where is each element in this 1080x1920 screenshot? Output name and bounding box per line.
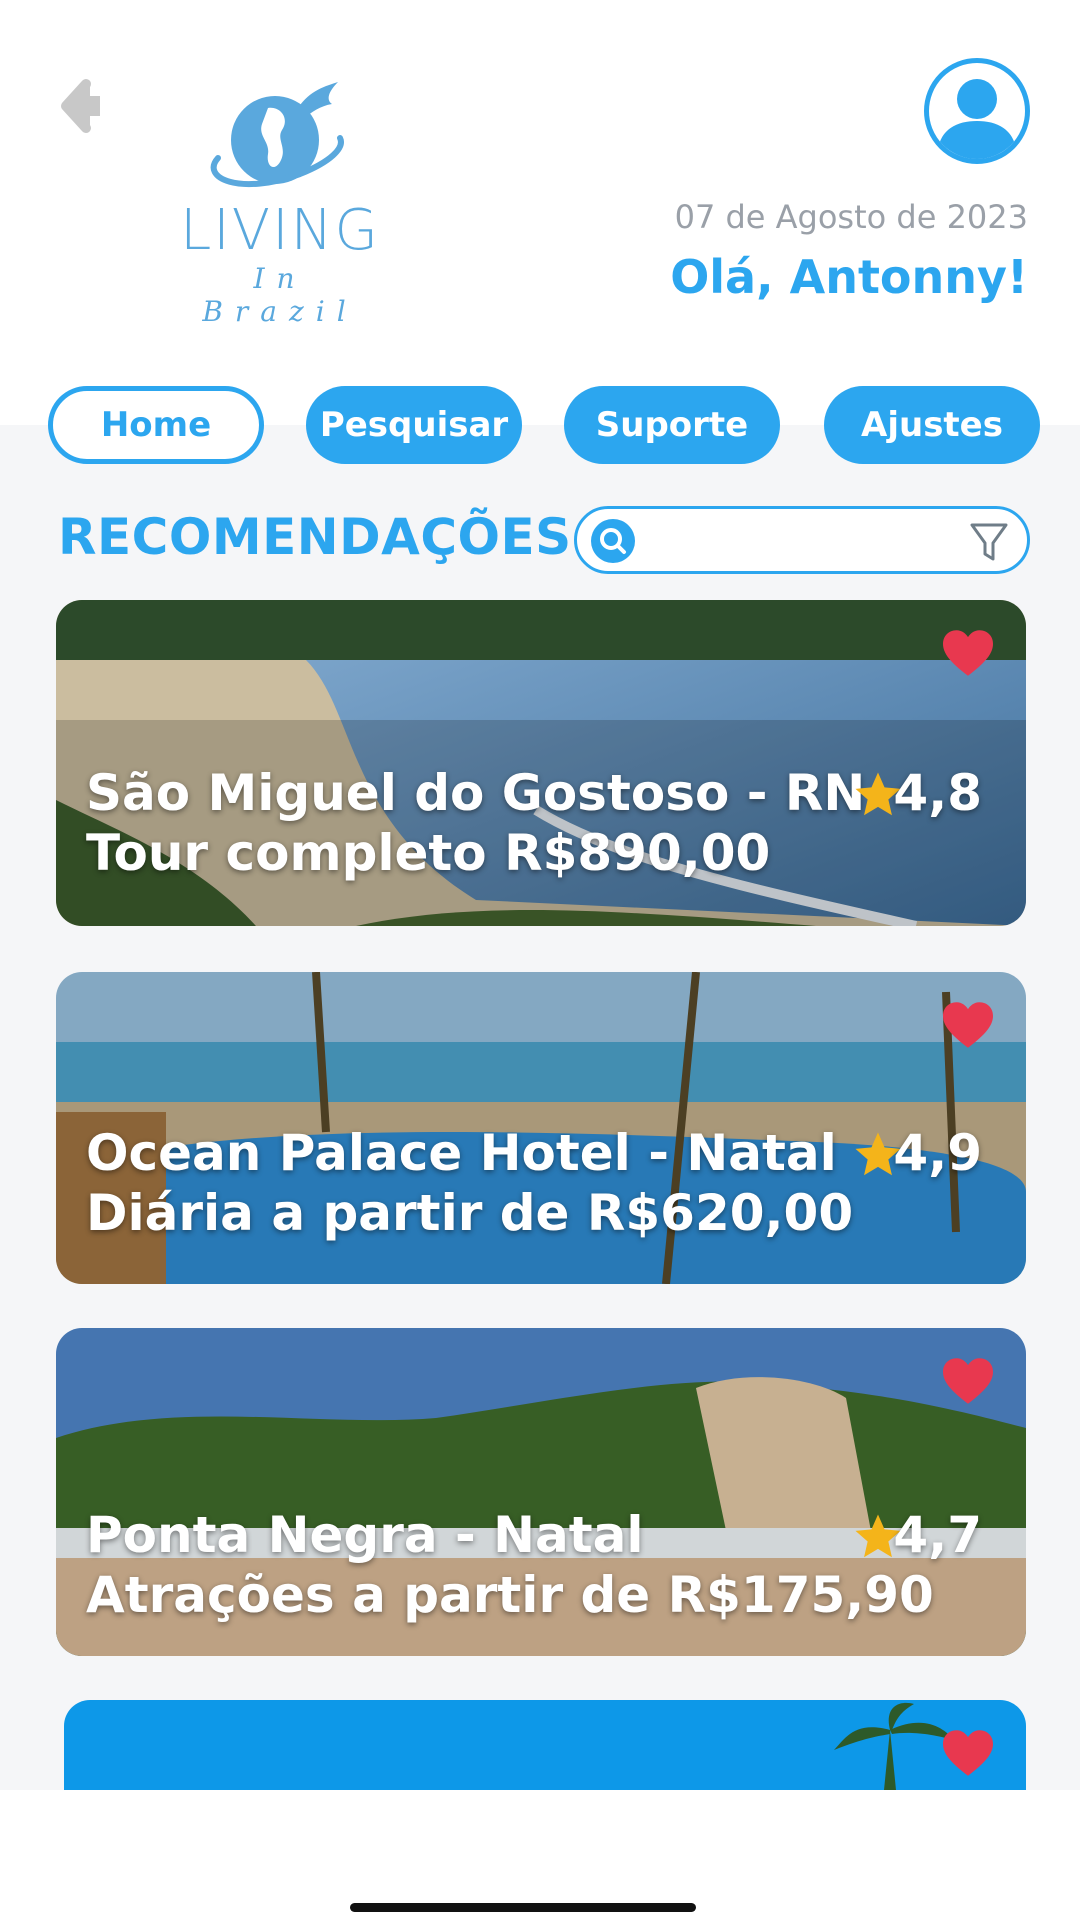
search-bar xyxy=(574,506,1030,574)
heart-icon[interactable] xyxy=(940,628,996,678)
heart-icon[interactable] xyxy=(940,1356,996,1406)
palm-photo xyxy=(64,1700,1026,1790)
card-title: Ponta Negra - Natal xyxy=(86,1506,644,1564)
search-icon xyxy=(591,519,635,563)
recommendation-card[interactable] xyxy=(64,1700,1026,1790)
user-avatar-button[interactable] xyxy=(924,58,1030,164)
card-subtitle: Tour completo R$890,00 xyxy=(86,824,771,882)
tab-pesquisar[interactable]: Pesquisar xyxy=(306,386,522,464)
greeting-text: Olá, Antonny! xyxy=(670,250,1028,304)
tab-suporte[interactable]: Suporte xyxy=(564,386,780,464)
back-arrow-icon[interactable] xyxy=(60,78,104,134)
recommendation-card[interactable]: Ponta Negra - Natal Atrações a partir de… xyxy=(56,1328,1026,1656)
card-title: Ocean Palace Hotel - Natal xyxy=(86,1124,837,1182)
section-title: RECOMENDAÇÕES xyxy=(58,508,572,566)
home-indicator[interactable] xyxy=(350,1903,696,1912)
logo-living-text: LIVING xyxy=(180,198,380,263)
nav-tabs: Home Pesquisar Suporte Ajustes xyxy=(48,386,1040,464)
card-subtitle: Diária a partir de R$620,00 xyxy=(86,1184,854,1242)
card-rating: 4,7 xyxy=(893,1506,982,1564)
heart-icon[interactable] xyxy=(940,1000,996,1050)
recommendation-card[interactable]: Ocean Palace Hotel - Natal Diária a part… xyxy=(56,972,1026,1284)
tab-home[interactable]: Home xyxy=(48,386,264,464)
tab-ajustes[interactable]: Ajustes xyxy=(824,386,1040,464)
card-rating: 4,8 xyxy=(893,764,982,822)
recommendation-card[interactable]: São Miguel do Gostoso - RN Tour completo… xyxy=(56,600,1026,926)
current-date: 07 de Agosto de 2023 xyxy=(674,198,1028,236)
user-avatar-icon xyxy=(937,79,1017,159)
card-subtitle: Atrações a partir de R$175,90 xyxy=(86,1566,934,1624)
heart-icon[interactable] xyxy=(940,1728,996,1778)
search-input[interactable] xyxy=(653,517,953,563)
filter-icon[interactable] xyxy=(969,521,1009,563)
card-rating: 4,9 xyxy=(893,1124,982,1182)
logo-in-brazil-text: In Brazil xyxy=(202,262,358,328)
card-title: São Miguel do Gostoso - RN xyxy=(86,764,866,822)
